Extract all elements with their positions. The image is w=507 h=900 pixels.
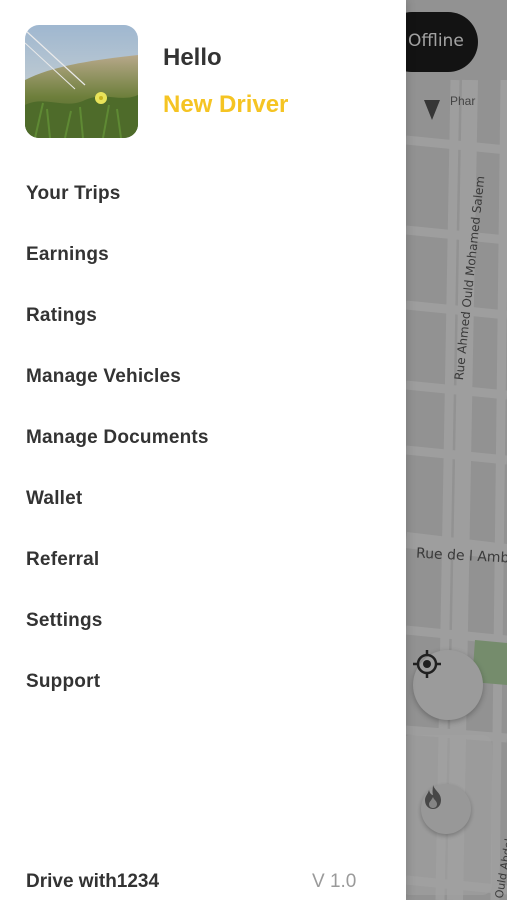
driver-name: New Driver [163, 91, 289, 118]
menu-item-earnings[interactable]: Earnings [0, 224, 406, 285]
menu-item-ratings[interactable]: Ratings [0, 285, 406, 346]
menu-item-wallet[interactable]: Wallet [0, 468, 406, 529]
menu-item-manage-vehicles[interactable]: Manage Vehicles [0, 346, 406, 407]
menu-item-label: Manage Documents [26, 426, 209, 448]
greeting-text: Hello [163, 44, 222, 71]
navigation-drawer: Hello New Driver Your Trips Earnings Rat… [0, 0, 406, 900]
profile-photo-icon [25, 25, 138, 138]
app-version: V 1.0 [312, 871, 357, 892]
menu-item-label: Wallet [26, 487, 83, 509]
menu-item-label: Referral [26, 548, 100, 570]
menu-item-label: Manage Vehicles [26, 365, 182, 387]
menu-item-label: Settings [26, 609, 103, 631]
menu-item-your-trips[interactable]: Your Trips [0, 163, 406, 224]
menu-item-label: Support [26, 670, 101, 692]
menu-item-label: Your Trips [26, 182, 121, 204]
menu-item-settings[interactable]: Settings [0, 590, 406, 651]
avatar[interactable] [25, 25, 138, 138]
drive-with-link[interactable]: Drive with1234 [26, 871, 159, 893]
menu-item-support[interactable]: Support [0, 651, 406, 712]
menu-item-label: Earnings [26, 243, 109, 265]
menu-item-referral[interactable]: Referral [0, 529, 406, 590]
menu-item-label: Ratings [26, 304, 98, 326]
menu-item-manage-documents[interactable]: Manage Documents [0, 407, 406, 468]
